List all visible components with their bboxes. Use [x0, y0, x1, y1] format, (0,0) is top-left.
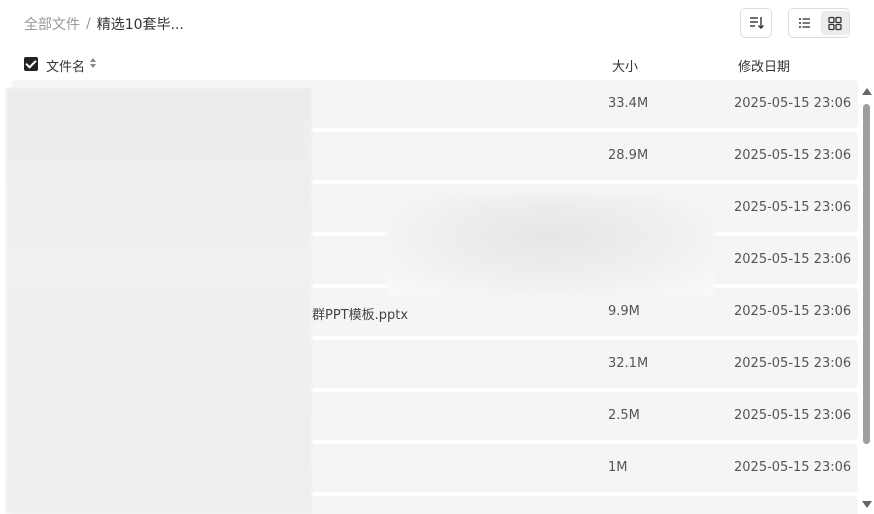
- select-all-checkbox[interactable]: [24, 57, 38, 71]
- file-size: 2.5M: [608, 408, 640, 423]
- file-browser: 全部文件 / 精选10套毕... 文件名 大小 修改日期 33.4M 2025-…: [0, 0, 874, 514]
- file-date: 2025-05-15 23:06: [734, 96, 852, 111]
- column-header-name[interactable]: 文件名: [46, 56, 85, 75]
- list-view-icon: [799, 18, 810, 28]
- file-size: 9.9M: [608, 304, 640, 319]
- file-date: 2025-05-15 23:06: [734, 408, 852, 423]
- file-size: 32.1M: [608, 356, 649, 371]
- scroll-down-icon[interactable]: [862, 501, 872, 508]
- file-date: 2025-05-15 23:06: [734, 304, 852, 319]
- scrollbar-thumb[interactable]: [863, 104, 870, 444]
- breadcrumb-current: 精选10套毕...: [96, 17, 184, 33]
- file-date: 2025-05-15 23:06: [734, 460, 852, 475]
- breadcrumb-root[interactable]: 全部文件: [24, 14, 80, 34]
- file-size: 28.9M: [608, 148, 649, 163]
- file-date: 2025-05-15 23:06: [734, 252, 852, 267]
- file-size: 33.4M: [608, 96, 649, 111]
- grid-view-button[interactable]: [821, 11, 849, 35]
- table-header: 文件名 大小 修改日期: [0, 52, 874, 76]
- breadcrumb-separator: /: [86, 16, 91, 32]
- file-date: 2025-05-15 23:06: [734, 200, 852, 215]
- list-view-button[interactable]: [791, 11, 819, 35]
- grid-view-icon: [828, 16, 842, 31]
- view-toggle: [788, 8, 850, 38]
- redacted-region: [386, 196, 714, 296]
- sort-toggle-icon[interactable]: [89, 57, 97, 69]
- sort-button[interactable]: [740, 8, 772, 38]
- file-date: 2025-05-15 23:06: [734, 356, 852, 371]
- file-name: 群PPT模板.pptx: [312, 308, 409, 323]
- file-date: 2025-05-15 23:06: [734, 148, 852, 163]
- sort-lines-icon: [750, 17, 764, 29]
- breadcrumb: 全部文件 / 精选10套毕...: [24, 14, 184, 34]
- redacted-region: [6, 88, 312, 514]
- vertical-scrollbar[interactable]: [860, 86, 874, 510]
- column-header-size[interactable]: 大小: [612, 56, 638, 75]
- scroll-up-icon[interactable]: [862, 88, 872, 95]
- column-header-date[interactable]: 修改日期: [738, 56, 790, 75]
- file-size: 1M: [608, 460, 628, 475]
